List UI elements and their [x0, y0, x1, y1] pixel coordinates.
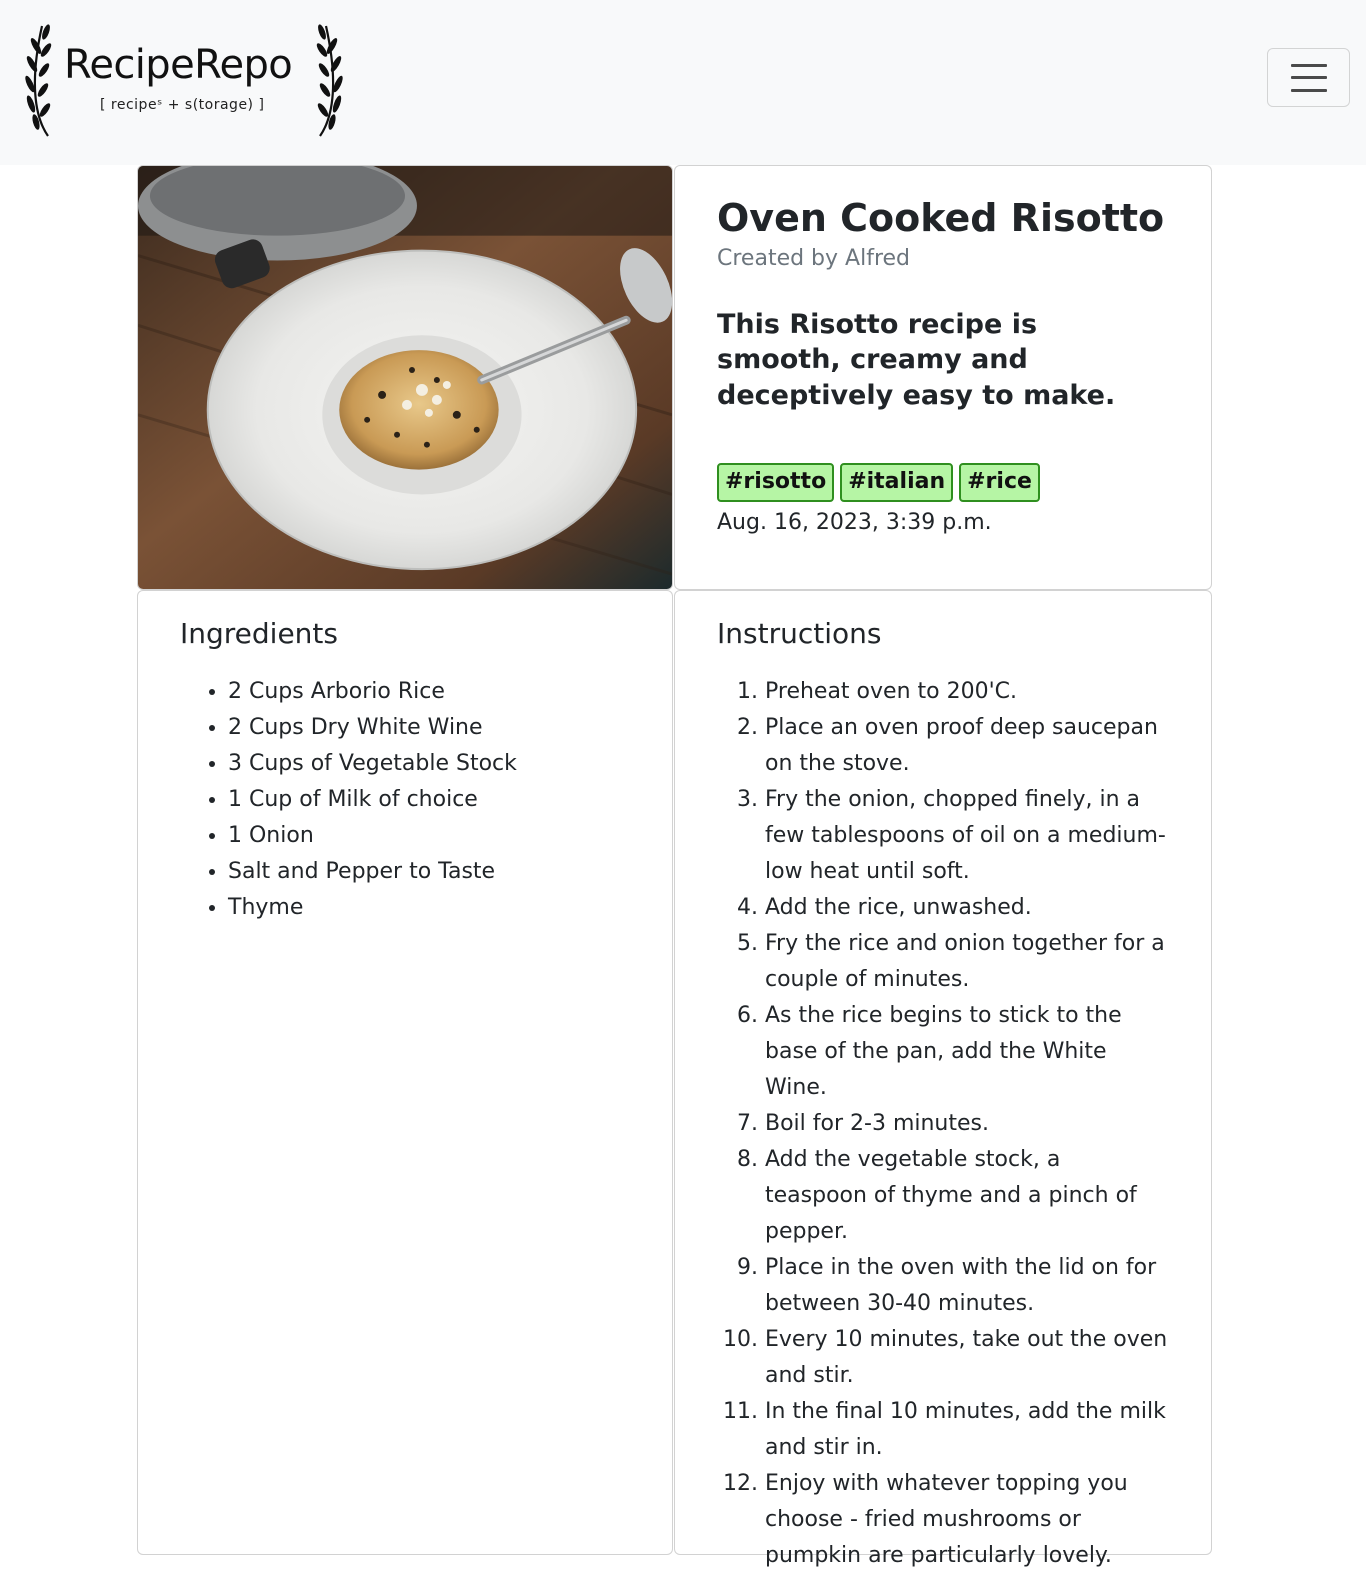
recipe-description: This Risotto recipe is smooth, creamy an… — [717, 308, 1116, 411]
ingredients-heading: Ingredients — [180, 617, 338, 650]
ingredient-item: 1 Cup of Milk of choice — [228, 782, 630, 818]
instruction-step: Fry the onion, chopped finely, in a few … — [765, 782, 1169, 890]
navbar-toggle-button[interactable] — [1267, 48, 1350, 107]
recipe-image-card — [137, 165, 673, 590]
laurel-right-icon — [316, 24, 343, 137]
brand-tagline: [ recipeˢ + s(torage) ] — [100, 97, 265, 113]
ingredient-item: Thyme — [228, 890, 630, 926]
tag-rice[interactable]: #rice — [959, 463, 1040, 503]
recipe-photo — [138, 166, 672, 589]
instruction-step: Preheat oven to 200'C. — [765, 674, 1169, 710]
laurel-left-icon — [25, 24, 52, 137]
instruction-step: In the final 10 minutes, add the milk an… — [765, 1394, 1169, 1466]
instruction-step: Place an oven proof deep saucepan on the… — [765, 710, 1169, 782]
navbar: RecipeRepo [ recipeˢ + s(torage) ] — [0, 0, 1366, 165]
instruction-step: Fry the rice and onion together for a co… — [765, 926, 1169, 998]
ingredient-item: 2 Cups Dry White Wine — [228, 710, 630, 746]
instructions-list: Preheat oven to 200'C. Place an oven pro… — [717, 674, 1169, 1574]
instruction-step: Place in the oven with the lid on for be… — [765, 1250, 1169, 1322]
instruction-step: Add the rice, unwashed. — [765, 890, 1169, 926]
recipe-date: Aug. 16, 2023, 3:39 p.m. — [717, 510, 992, 536]
ingredient-item: 1 Onion — [228, 818, 630, 854]
tag-list: #risotto #italian #rice — [717, 463, 1169, 503]
ingredients-card: Ingredients 2 Cups Arborio Rice 2 Cups D… — [137, 590, 673, 1555]
hamburger-menu-icon — [1290, 63, 1327, 92]
instructions-card: Instructions Preheat oven to 200'C. Plac… — [674, 590, 1212, 1568]
brand-logo-link[interactable]: RecipeRepo [ recipeˢ + s(torage) ] — [22, 20, 348, 140]
recipe-author: Created by Alfred — [717, 245, 911, 271]
tag-risotto[interactable]: #risotto — [717, 463, 835, 503]
ingredient-item: Salt and Pepper to Taste — [228, 854, 630, 890]
instruction-step: Add the vegetable stock, a teaspoon of t… — [765, 1142, 1169, 1250]
instruction-step: As the rice begins to stick to the base … — [765, 998, 1169, 1106]
tag-italian[interactable]: #italian — [840, 463, 954, 503]
brand-name: RecipeRepo — [64, 42, 293, 88]
instruction-step: Boil for 2-3 minutes. — [765, 1106, 1169, 1142]
ingredients-list: 2 Cups Arborio Rice 2 Cups Dry White Win… — [180, 674, 630, 926]
ingredient-item: 3 Cups of Vegetable Stock — [228, 746, 630, 782]
ingredient-item: 2 Cups Arborio Rice — [228, 674, 630, 710]
recipe-info-card: Oven Cooked Risotto Created by Alfred Th… — [674, 165, 1212, 590]
instruction-step: Every 10 minutes, take out the oven and … — [765, 1322, 1169, 1394]
recipe-title: Oven Cooked Risotto — [717, 196, 1165, 240]
instructions-heading: Instructions — [717, 617, 882, 650]
instruction-step: Enjoy with whatever topping you choose -… — [765, 1466, 1169, 1574]
